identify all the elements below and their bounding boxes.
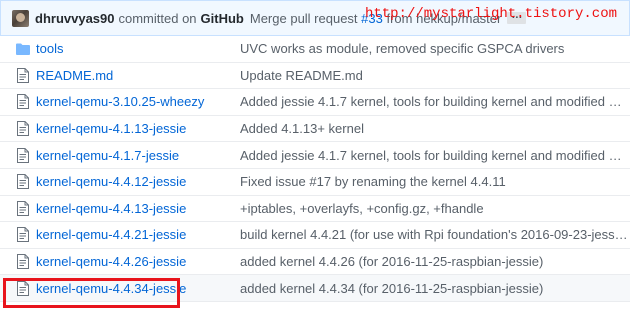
file-icon (16, 254, 30, 270)
file-name-link[interactable]: kernel-qemu-4.4.12-jessie (36, 174, 240, 189)
file-row: kernel-qemu-4.4.34-jessie added kernel 4.… (0, 275, 630, 302)
file-icon (16, 227, 30, 243)
file-icon (16, 280, 30, 296)
file-commit-message-link[interactable]: added kernel 4.4.26 (for 2016-11-25-rasp… (240, 254, 630, 269)
folder-icon (16, 41, 30, 57)
file-name-link[interactable]: README.md (36, 68, 240, 83)
file-row: kernel-qemu-3.10.25-wheezy Added jessie 4… (0, 89, 630, 116)
file-row: kernel-qemu-4.4.26-jessie added kernel 4.… (0, 248, 630, 276)
file-name-link[interactable]: kernel-qemu-4.4.21-jessie (36, 227, 240, 242)
watermark-url: http://mystarlight.tistory.com (364, 6, 617, 22)
commit-message-text[interactable]: Merge pull request (250, 11, 361, 26)
file-commit-message-link[interactable]: UVC works as module, removed specific GS… (240, 41, 630, 56)
file-icon (16, 200, 30, 216)
file-name-link[interactable]: kernel-qemu-4.4.34-jessie (36, 281, 240, 296)
file-row: kernel-qemu-4.4.21-jessie build kernel 4.… (0, 222, 630, 249)
file-name-link[interactable]: kernel-qemu-4.1.13-jessie (36, 121, 240, 136)
github-label: GitHub (200, 10, 244, 26)
file-name-link[interactable]: kernel-qemu-4.1.7-jessie (36, 148, 240, 163)
file-commit-message-link[interactable]: added kernel 4.4.34 (for 2016-11-25-rasp… (240, 281, 630, 296)
file-commit-message-link[interactable]: Added jessie 4.1.7 kernel, tools for bui… (240, 148, 630, 163)
file-icon (16, 147, 30, 163)
file-commit-message-link[interactable]: Added jessie 4.1.7 kernel, tools for bui… (240, 94, 630, 109)
file-icon (16, 121, 30, 137)
file-icon (16, 67, 30, 83)
file-row: kernel-qemu-4.1.7-jessie Added jessie 4.1… (0, 142, 630, 169)
commit-author-link[interactable]: dhruvvyas90 (35, 11, 115, 26)
file-row: tools UVC works as module, removed specif… (0, 36, 630, 63)
committed-label: committed on (118, 10, 197, 26)
file-icon (16, 174, 30, 190)
file-name-link[interactable]: kernel-qemu-3.10.25-wheezy (36, 94, 240, 109)
file-row: kernel-qemu-4.4.12-jessie Fixed issue #17… (0, 168, 630, 196)
file-commit-message-link[interactable]: Update README.md (240, 68, 630, 83)
file-name-link[interactable]: kernel-qemu-4.4.26-jessie (36, 254, 240, 269)
file-commit-message-link[interactable]: +iptables, +overlayfs, +config.gz, +fhan… (240, 201, 630, 216)
file-list: tools UVC works as module, removed specif… (0, 36, 630, 302)
file-commit-message-link[interactable]: Added 4.1.13+ kernel (240, 121, 630, 136)
file-row: README.md Update README.md (0, 62, 630, 90)
avatar[interactable] (12, 9, 29, 27)
file-row: kernel-qemu-4.1.13-jessie Added 4.1.13+ k… (0, 115, 630, 143)
file-icon (16, 94, 30, 110)
file-name-link[interactable]: tools (36, 41, 240, 56)
file-row: kernel-qemu-4.4.13-jessie +iptables, +ove… (0, 195, 630, 223)
file-name-link[interactable]: kernel-qemu-4.4.13-jessie (36, 201, 240, 216)
file-commit-message-link[interactable]: Fixed issue #17 by renaming the kernel 4… (240, 174, 630, 189)
file-commit-message-link[interactable]: build kernel 4.4.21 (for use with Rpi fo… (240, 227, 630, 242)
